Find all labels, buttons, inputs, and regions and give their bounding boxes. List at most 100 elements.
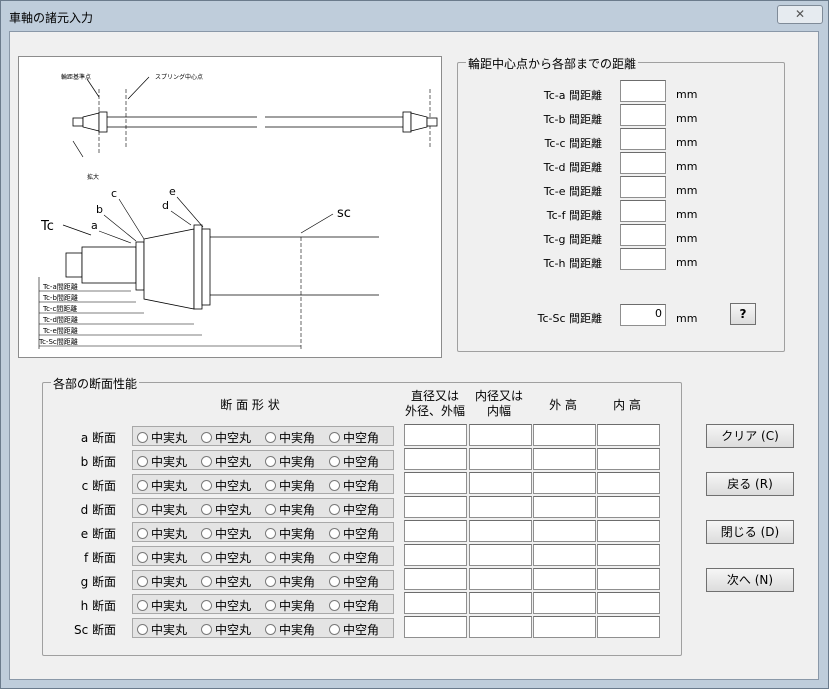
section-value-input[interactable] <box>469 496 532 518</box>
section-value-input[interactable] <box>469 448 532 470</box>
section-value-input[interactable] <box>533 472 596 494</box>
shape-radio-option[interactable]: 中空角 <box>329 597 379 614</box>
section-value-input[interactable] <box>404 568 467 590</box>
shape-radio-option[interactable]: 中実角 <box>265 429 315 446</box>
distance-label: Tc-d 間距離 <box>543 161 602 174</box>
shape-radio-option[interactable]: 中実丸 <box>137 429 187 446</box>
shape-radio-option[interactable]: 中空角 <box>329 501 379 518</box>
shape-radio-option[interactable]: 中実丸 <box>137 525 187 542</box>
distance-input[interactable] <box>620 104 666 126</box>
clear-button[interactable]: クリア (C) <box>706 424 794 448</box>
section-value-input[interactable] <box>469 616 532 638</box>
shape-radio-option[interactable]: 中空角 <box>329 525 379 542</box>
shape-radio-option[interactable]: 中空丸 <box>201 621 251 638</box>
section-value-input[interactable] <box>597 544 660 566</box>
section-value-input[interactable] <box>404 448 467 470</box>
section-value-input[interactable] <box>597 448 660 470</box>
section-value-input[interactable] <box>404 592 467 614</box>
shape-radio-option[interactable]: 中実角 <box>265 501 315 518</box>
shape-radio-option[interactable]: 中実角 <box>265 453 315 470</box>
distance-input[interactable] <box>620 152 666 174</box>
shape-radio-option[interactable]: 中空角 <box>329 477 379 494</box>
radio-label: 中空角 <box>343 479 380 493</box>
shape-radio-option[interactable]: 中空丸 <box>201 501 251 518</box>
shape-radio-option[interactable]: 中空丸 <box>201 573 251 590</box>
radio-label: 中実丸 <box>151 503 188 517</box>
shape-radio-option[interactable]: 中実角 <box>265 621 315 638</box>
radio-circle-icon <box>329 432 340 443</box>
close-button[interactable]: 閉じる (D) <box>706 520 794 544</box>
shape-radio-option[interactable]: 中空角 <box>329 573 379 590</box>
section-value-input[interactable] <box>597 472 660 494</box>
header-col1-line1: 直径又は <box>410 389 459 403</box>
shape-radio-option[interactable]: 中実角 <box>265 525 315 542</box>
section-value-input[interactable] <box>533 448 596 470</box>
shape-radio-option[interactable]: 中実角 <box>265 573 315 590</box>
radio-circle-icon <box>201 504 212 515</box>
section-value-input[interactable] <box>404 472 467 494</box>
shape-radio-option[interactable]: 中空丸 <box>201 597 251 614</box>
distance-input[interactable] <box>620 248 666 270</box>
section-value-input[interactable] <box>533 592 596 614</box>
section-value-input[interactable] <box>469 424 532 446</box>
shape-radio-option[interactable]: 中実丸 <box>137 501 187 518</box>
section-value-input[interactable] <box>404 544 467 566</box>
section-value-input[interactable] <box>597 616 660 638</box>
help-button[interactable]: ? <box>730 303 756 325</box>
distance-unit: mm <box>676 184 698 197</box>
shape-radio-option[interactable]: 中空丸 <box>201 477 251 494</box>
radio-label: 中実丸 <box>151 599 188 613</box>
section-value-input[interactable] <box>469 472 532 494</box>
shape-radio-option[interactable]: 中実丸 <box>137 597 187 614</box>
distance-input[interactable] <box>620 128 666 150</box>
section-value-input[interactable] <box>469 544 532 566</box>
radio-circle-icon <box>265 528 276 539</box>
shape-radio-option[interactable]: 中空丸 <box>201 429 251 446</box>
shape-radio-option[interactable]: 中実丸 <box>137 549 187 566</box>
section-value-input[interactable] <box>533 496 596 518</box>
back-button[interactable]: 戻る (R) <box>706 472 794 496</box>
section-value-input[interactable] <box>597 568 660 590</box>
section-value-input[interactable] <box>404 496 467 518</box>
section-row-label: Sc 断面 <box>73 623 116 637</box>
section-value-input[interactable] <box>533 520 596 542</box>
shape-radio-option[interactable]: 中実丸 <box>137 573 187 590</box>
shape-radio-option[interactable]: 中実丸 <box>137 453 187 470</box>
shape-radio-option[interactable]: 中実丸 <box>137 621 187 638</box>
distance-input[interactable] <box>620 80 666 102</box>
shape-radio-option[interactable]: 中実角 <box>265 477 315 494</box>
shape-radio-option[interactable]: 中空丸 <box>201 549 251 566</box>
section-value-input[interactable] <box>404 424 467 446</box>
section-value-input[interactable] <box>533 568 596 590</box>
shape-radio-option[interactable]: 中実丸 <box>137 477 187 494</box>
shape-radio-option[interactable]: 中空角 <box>329 453 379 470</box>
shape-radio-group: 中実丸 中空丸 中実角 中空角 <box>132 618 394 638</box>
next-button[interactable]: 次へ (N) <box>706 568 794 592</box>
section-value-input[interactable] <box>533 616 596 638</box>
section-value-input[interactable] <box>533 544 596 566</box>
section-value-input[interactable] <box>597 520 660 542</box>
section-value-input[interactable] <box>469 520 532 542</box>
distance-group-title: 輪距中心点から各部までの距離 <box>466 55 639 72</box>
section-value-input[interactable] <box>469 568 532 590</box>
section-value-input[interactable] <box>597 592 660 614</box>
section-value-input[interactable] <box>597 496 660 518</box>
section-value-input[interactable] <box>404 520 467 542</box>
distance-label: Tc-f 間距離 <box>546 209 602 222</box>
shape-radio-option[interactable]: 中空角 <box>329 549 379 566</box>
distance-input[interactable] <box>620 176 666 198</box>
section-value-input[interactable] <box>597 424 660 446</box>
shape-radio-option[interactable]: 中空角 <box>329 429 379 446</box>
shape-radio-option[interactable]: 中空丸 <box>201 453 251 470</box>
shape-radio-option[interactable]: 中空角 <box>329 621 379 638</box>
tc-sc-input[interactable]: 0 <box>620 304 666 326</box>
shape-radio-option[interactable]: 中実角 <box>265 549 315 566</box>
distance-input[interactable] <box>620 200 666 222</box>
section-value-input[interactable] <box>404 616 467 638</box>
shape-radio-option[interactable]: 中空丸 <box>201 525 251 542</box>
section-value-input[interactable] <box>469 592 532 614</box>
distance-input[interactable] <box>620 224 666 246</box>
close-window-button[interactable]: ✕ <box>777 5 823 24</box>
shape-radio-option[interactable]: 中実角 <box>265 597 315 614</box>
section-value-input[interactable] <box>533 424 596 446</box>
